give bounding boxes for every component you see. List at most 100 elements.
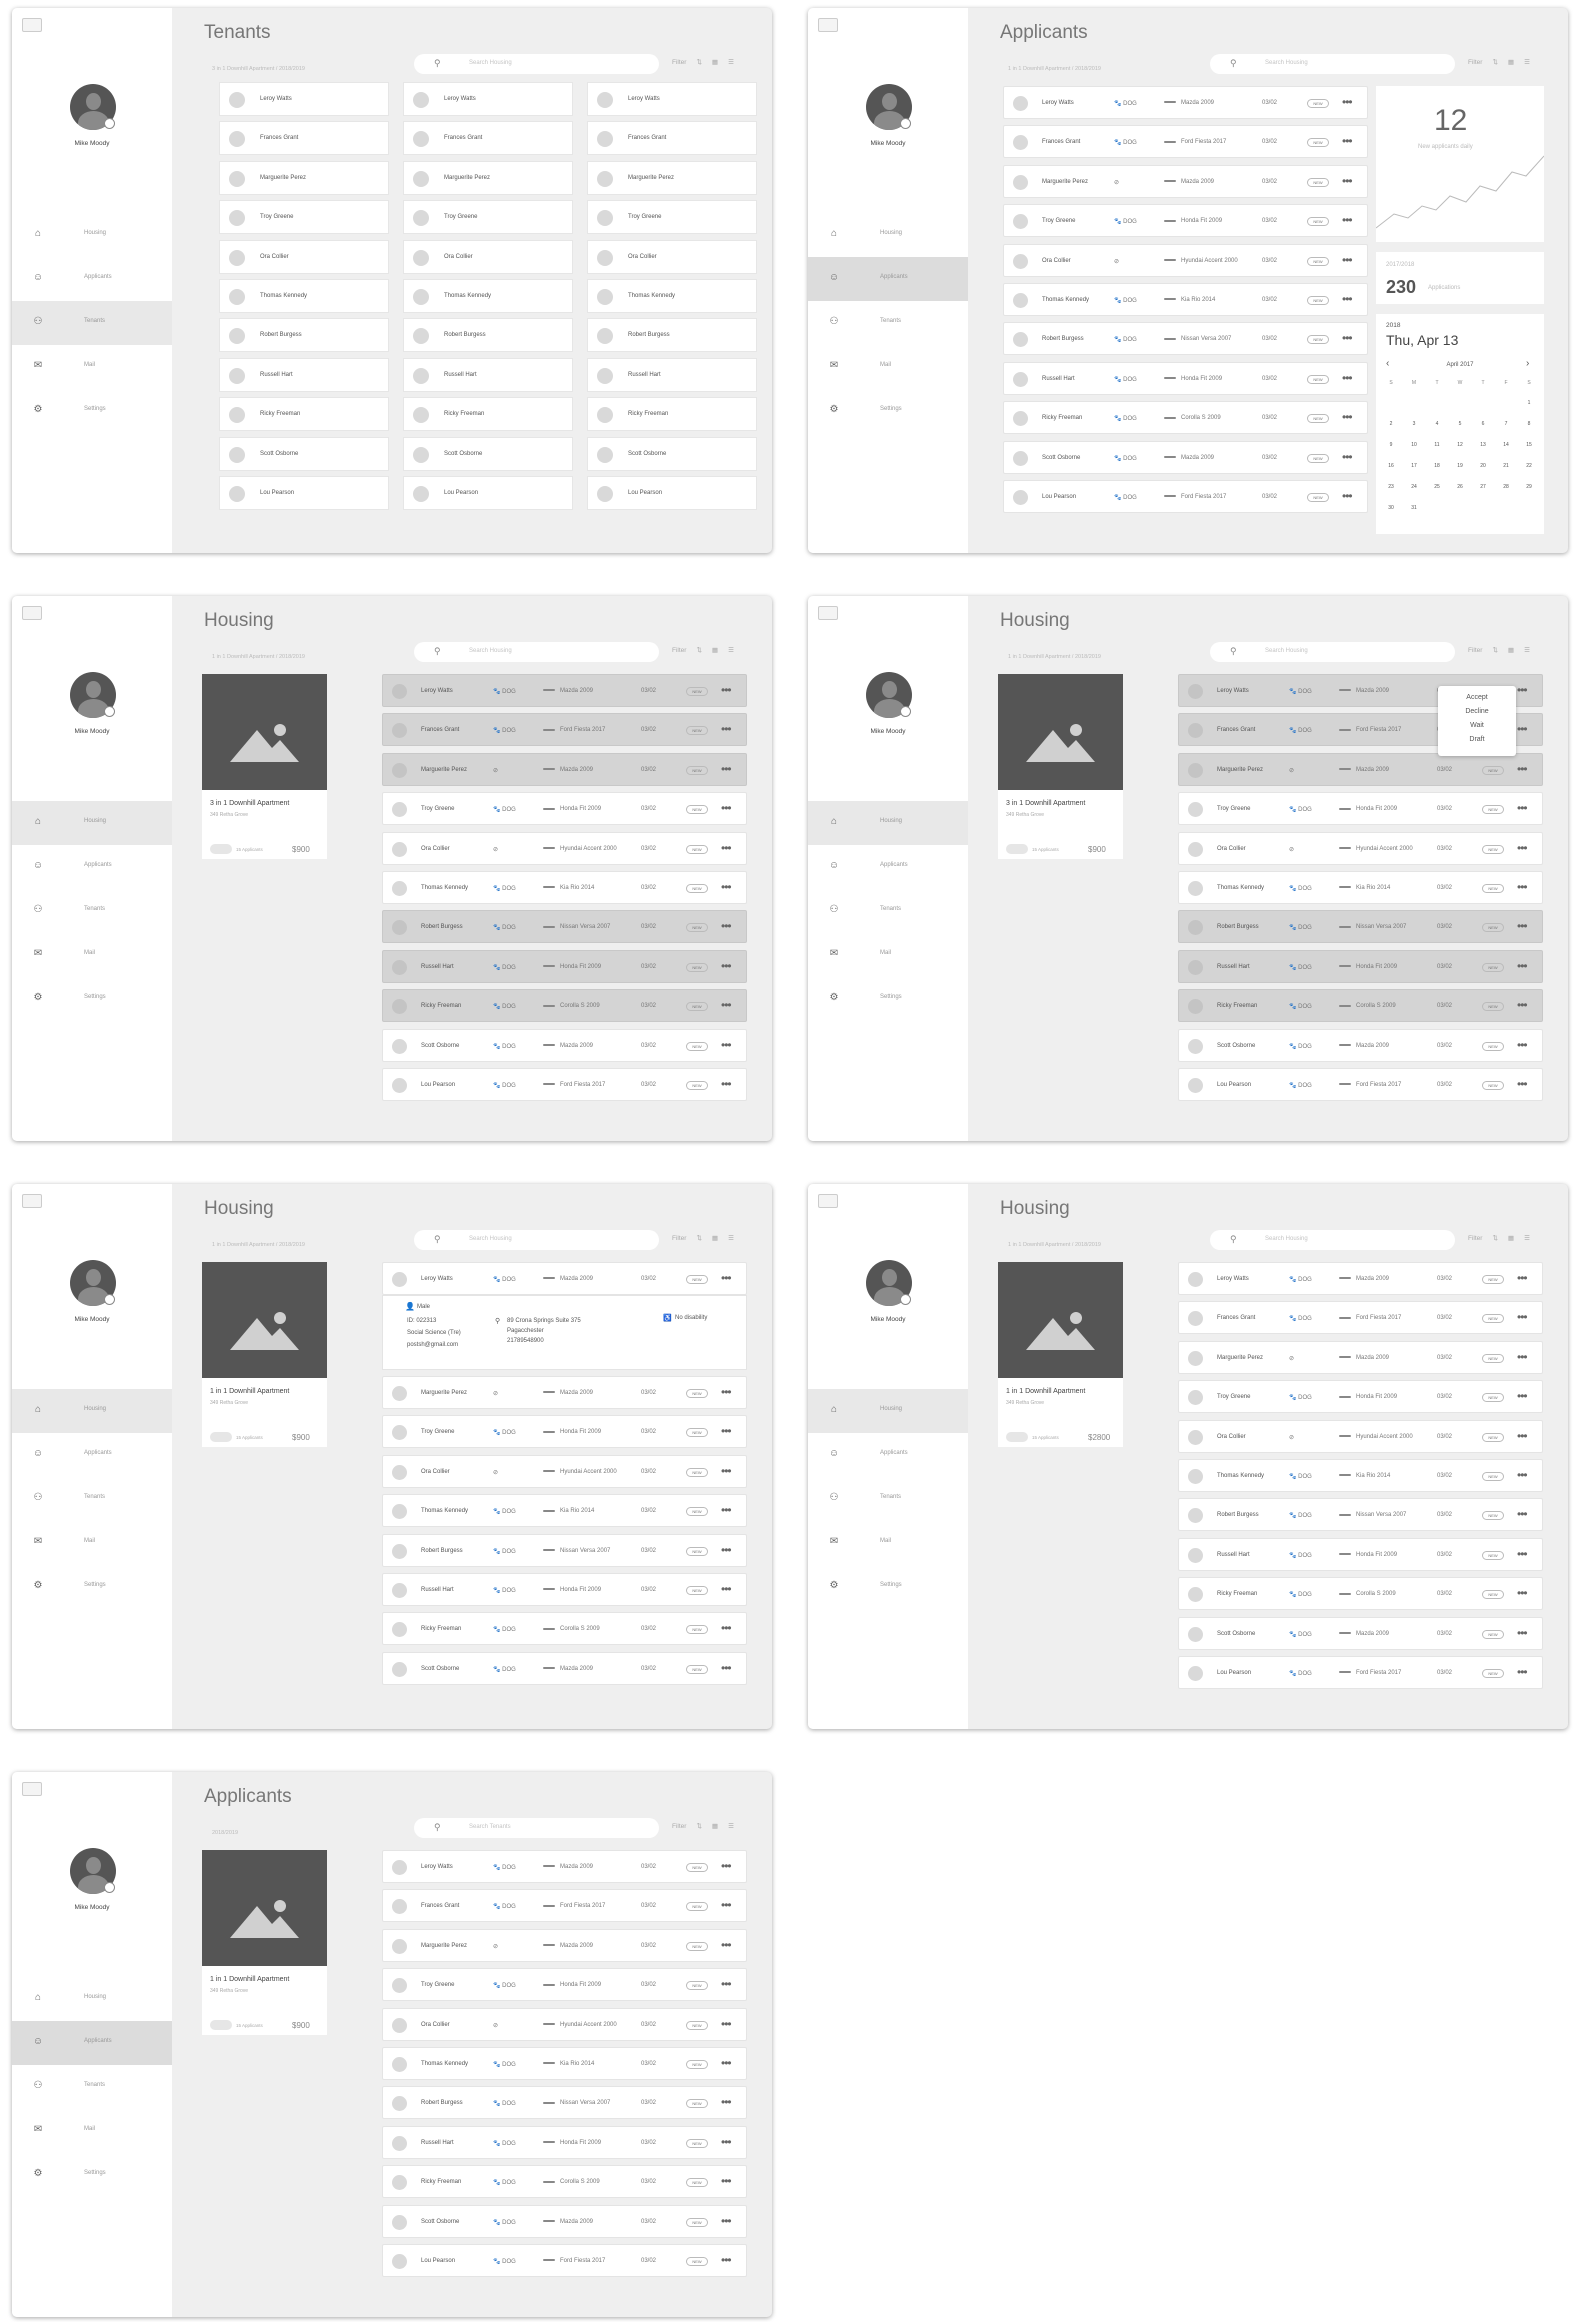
applicant-row[interactable]: Marguerite Perez ⊘ Mazda 2009 03/02 NEW ••• xyxy=(1178,1340,1543,1374)
applicant-row[interactable]: Thomas Kennedy 🐾 DOG Kia Rio 2014 03/02 NEW •… xyxy=(1178,871,1543,904)
applicant-row[interactable]: Lou Pearson 🐾 DOG Ford Fiesta 2017 03/02 NEW… xyxy=(1178,1656,1543,1689)
applicant-row[interactable]: Leroy Watts 🐾 DOG Mazda 2009 03/02 NEW ••• xyxy=(1003,86,1368,119)
more-options-icon[interactable]: ••• xyxy=(721,959,732,973)
more-options-icon[interactable]: ••• xyxy=(721,2095,732,2109)
applicant-row[interactable]: Thomas Kennedy 🐾 DOG Kia Rio 2014 03/02 NEW •… xyxy=(382,1494,747,1528)
nav-item-settings[interactable]: ⚙ Settings xyxy=(808,389,968,433)
more-options-icon[interactable]: ••• xyxy=(721,1271,732,1285)
applicant-row[interactable]: Russell Hart 🐾 DOG Honda Fit 2009 03/02 NEW •… xyxy=(382,2125,747,2159)
tenant-card[interactable]: Robert Burgess xyxy=(403,318,573,353)
calendar-day[interactable]: 14 xyxy=(1501,442,1511,448)
nav-item-settings[interactable]: ⚙ Settings xyxy=(808,977,968,1021)
calendar-day[interactable]: 22 xyxy=(1524,463,1534,469)
applicant-row[interactable]: Robert Burgess 🐾 DOG Nissan Versa 2007 03/0… xyxy=(1178,1498,1543,1532)
calendar-day[interactable]: 12 xyxy=(1455,442,1465,448)
more-options-icon[interactable]: ••• xyxy=(1342,450,1353,464)
tenant-card[interactable]: Thomas Kennedy xyxy=(219,279,389,313)
calendar-day[interactable]: 2 xyxy=(1386,421,1396,427)
list-view-icon[interactable]: ☰ xyxy=(728,59,734,66)
list-view-icon[interactable]: ☰ xyxy=(728,1823,734,1830)
more-options-icon[interactable]: ••• xyxy=(721,1385,732,1399)
tenant-card[interactable]: Marguerite Perez xyxy=(219,160,389,195)
more-options-icon[interactable]: ••• xyxy=(1517,1468,1528,1482)
applicant-row[interactable]: Troy Greene 🐾 DOG Honda Fit 2009 03/02 NEW ••… xyxy=(382,792,747,826)
tenant-card[interactable]: Troy Greene xyxy=(587,200,757,235)
grid-view-icon[interactable]: ▦ xyxy=(1508,647,1514,654)
more-options-icon[interactable]: ••• xyxy=(721,1898,732,1912)
more-options-icon[interactable]: ••• xyxy=(721,880,732,894)
more-options-icon[interactable]: ••• xyxy=(1517,1310,1528,1324)
applicant-row[interactable]: Ricky Freeman 🐾 DOG Corolla S 2009 03/02 NEW… xyxy=(1178,1577,1543,1611)
calendar-day[interactable]: 28 xyxy=(1501,484,1511,490)
calendar-day[interactable]: 5 xyxy=(1455,421,1465,427)
nav-item-mail[interactable]: ✉ Mail xyxy=(808,345,968,389)
more-options-icon[interactable]: ••• xyxy=(721,722,732,736)
context-menu-item-wait[interactable]: Wait xyxy=(1438,719,1516,733)
more-options-icon[interactable]: ••• xyxy=(1517,880,1528,894)
context-menu-item-accept[interactable]: Accept xyxy=(1438,691,1516,705)
nav-item-housing[interactable]: ⌂ Housing xyxy=(12,801,172,845)
filter-button[interactable]: Filter xyxy=(672,1235,686,1242)
calendar-day[interactable]: 15 xyxy=(1524,442,1534,448)
more-options-icon[interactable]: ••• xyxy=(721,998,732,1012)
sort-icon[interactable]: ⇅ xyxy=(696,647,701,654)
more-options-icon[interactable]: ••• xyxy=(721,1938,732,1952)
applicant-row[interactable]: Frances Grant 🐾 DOG Ford Fiesta 2017 03/02 N… xyxy=(1178,1301,1543,1335)
tenant-card[interactable]: Ora Collier xyxy=(219,239,389,274)
tenant-card[interactable]: Lou Pearson xyxy=(587,476,757,510)
more-options-icon[interactable]: ••• xyxy=(721,683,732,697)
more-options-icon[interactable]: ••• xyxy=(1517,1507,1528,1521)
calendar-day[interactable]: 6 xyxy=(1478,421,1488,427)
search-input[interactable]: ⚲ Search Housing xyxy=(414,54,659,74)
calendar-day[interactable]: 23 xyxy=(1386,484,1396,490)
tenant-card[interactable]: Frances Grant xyxy=(219,121,389,156)
applicant-row[interactable]: Ora Collier ⊘ Hyundai Accent 2000 03/02 NEW •… xyxy=(1003,243,1368,277)
more-options-icon[interactable]: ••• xyxy=(721,1977,732,1991)
applicant-row[interactable]: Leroy Watts 🐾 DOG Mazda 2009 03/02 NEW ••• xyxy=(1178,1262,1543,1295)
nav-item-mail[interactable]: ✉ Mail xyxy=(12,933,172,977)
nav-item-tenants[interactable]: ⚇ Tenants xyxy=(12,301,172,345)
nav-item-housing[interactable]: ⌂ Housing xyxy=(12,1977,172,2021)
applicants-toggle[interactable] xyxy=(1006,844,1028,854)
nav-item-settings[interactable]: ⚙ Settings xyxy=(12,2153,172,2197)
tenant-card[interactable]: Leroy Watts xyxy=(219,82,389,116)
more-options-icon[interactable]: ••• xyxy=(721,1582,732,1596)
calendar-day[interactable]: 26 xyxy=(1455,484,1465,490)
calendar-day[interactable]: 29 xyxy=(1524,484,1534,490)
applicant-row[interactable]: Russell Hart 🐾 DOG Honda Fit 2009 03/02 NEW •… xyxy=(382,1573,747,1606)
grid-view-icon[interactable]: ▦ xyxy=(712,59,718,66)
more-options-icon[interactable]: ••• xyxy=(1517,1271,1528,1285)
list-view-icon[interactable]: ☰ xyxy=(1524,647,1530,654)
filter-button[interactable]: Filter xyxy=(672,647,686,654)
tenant-card[interactable]: Scott Osborne xyxy=(403,436,573,471)
more-options-icon[interactable]: ••• xyxy=(1517,762,1528,776)
nav-item-mail[interactable]: ✉ Mail xyxy=(12,2109,172,2153)
more-options-icon[interactable]: ••• xyxy=(721,2135,732,2149)
applicant-row[interactable]: Ora Collier ⊘ Hyundai Accent 2000 03/02 NEW •… xyxy=(382,831,747,865)
applicant-row[interactable]: Russell Hart 🐾 DOG Honda Fit 2009 03/02 NEW •… xyxy=(1003,361,1368,395)
applicant-row[interactable]: Scott Osborne 🐾 DOG Mazda 2009 03/02 NEW ••• xyxy=(382,1651,747,1685)
nav-item-housing[interactable]: ⌂ Housing xyxy=(12,1389,172,1433)
search-input[interactable]: ⚲ Search Housing xyxy=(414,1230,659,1250)
logo[interactable] xyxy=(818,606,838,620)
more-options-icon[interactable]: ••• xyxy=(1517,919,1528,933)
applicant-row[interactable]: Lou Pearson 🐾 DOG Ford Fiesta 2017 03/02 NEW… xyxy=(1003,480,1368,513)
more-options-icon[interactable]: ••• xyxy=(1517,959,1528,973)
filter-button[interactable]: Filter xyxy=(672,1823,686,1830)
sort-icon[interactable]: ⇅ xyxy=(1492,647,1497,654)
tenant-card[interactable]: Robert Burgess xyxy=(219,318,389,353)
more-options-icon[interactable]: ••• xyxy=(1342,253,1353,267)
filter-button[interactable]: Filter xyxy=(1468,647,1482,654)
logo[interactable] xyxy=(22,18,42,32)
nav-item-mail[interactable]: ✉ Mail xyxy=(12,1521,172,1565)
nav-item-housing[interactable]: ⌂ Housing xyxy=(808,213,968,257)
more-options-icon[interactable]: ••• xyxy=(1342,331,1353,345)
grid-view-icon[interactable]: ▦ xyxy=(712,1235,718,1242)
more-options-icon[interactable]: ••• xyxy=(721,2214,732,2228)
applicant-row[interactable]: Lou Pearson 🐾 DOG Ford Fiesta 2017 03/02 NEW… xyxy=(1178,1068,1543,1101)
nav-item-applicants[interactable]: ☺ Applicants xyxy=(12,2021,172,2065)
filter-button[interactable]: Filter xyxy=(1468,1235,1482,1242)
nav-item-settings[interactable]: ⚙ Settings xyxy=(12,389,172,433)
applicant-row[interactable]: Troy Greene 🐾 DOG Honda Fit 2009 03/02 NEW ••… xyxy=(1003,204,1368,238)
grid-view-icon[interactable]: ▦ xyxy=(1508,59,1514,66)
